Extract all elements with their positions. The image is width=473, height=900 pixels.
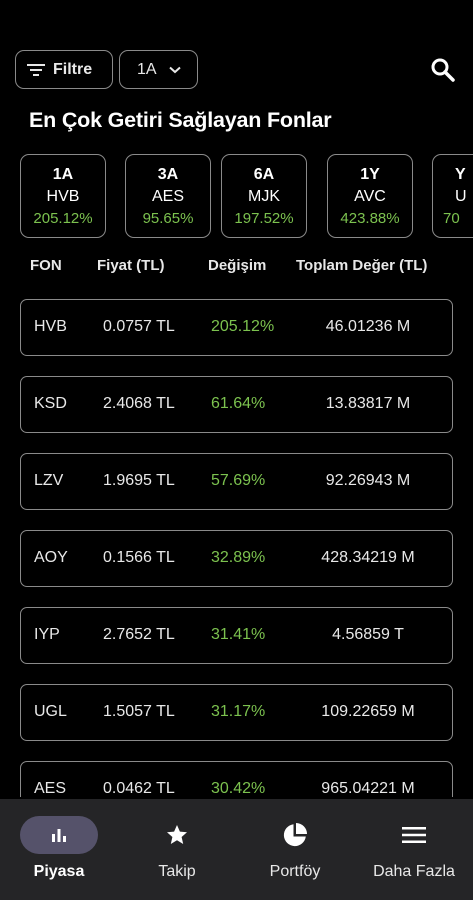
row-total-value: 4.56859 T [332, 626, 404, 643]
table-row[interactable]: HVB 0.0757 TL 205.12% 46.01236 M [20, 299, 453, 356]
row-total-value: 13.83817 M [325, 395, 411, 412]
fund-list[interactable]: HVB 0.0757 TL 205.12% 46.01236 M KSD 2.4… [0, 299, 473, 797]
column-header-price[interactable]: Fiyat (TL) [97, 257, 165, 274]
row-total-value: 46.01236 M [325, 318, 411, 335]
top-fund-card[interactable]: 3A AES 95.65% [125, 154, 211, 238]
filter-button[interactable]: Filtre [15, 50, 113, 89]
row-total-value: 965.04221 M [321, 780, 415, 797]
top-fund-card[interactable]: 1A HVB 205.12% [20, 154, 106, 238]
filter-button-label: Filtre [53, 60, 93, 78]
row-change: 30.42% [211, 780, 266, 797]
table-row[interactable]: LZV 1.9695 TL 57.69% 92.26943 M [20, 453, 453, 510]
row-price: 1.5057 TL [103, 703, 175, 720]
card-return: 95.65% [142, 210, 194, 227]
table-row[interactable]: AES 0.0462 TL 30.42% 965.04221 M [20, 761, 453, 797]
top-fund-card[interactable]: 1Y AVC 423.88% [327, 154, 413, 238]
row-fund-code: HVB [34, 318, 67, 335]
row-price: 2.7652 TL [103, 626, 175, 643]
row-price: 1.9695 TL [103, 472, 175, 489]
table-row[interactable]: UGL 1.5057 TL 31.17% 109.22659 M [20, 684, 453, 741]
filter-icon [27, 63, 45, 76]
table-row[interactable]: KSD 2.4068 TL 61.64% 13.83817 M [20, 376, 453, 433]
row-change: 31.41% [211, 626, 266, 643]
card-period: 3A [157, 166, 179, 183]
bottom-navigation: Piyasa Takip Portföy Daha Fazla [0, 799, 473, 900]
row-fund-code: AOY [34, 549, 68, 566]
row-total-value: 428.34219 M [321, 549, 415, 566]
card-fund-code: HVB [46, 188, 80, 205]
nav-label: Daha Fazla [373, 863, 455, 880]
table-row[interactable]: AOY 0.1566 TL 32.89% 428.34219 M [20, 530, 453, 587]
nav-item-portfoy[interactable]: Portföy [236, 799, 354, 900]
top-fund-card[interactable]: Y U 70 [432, 154, 473, 238]
menu-icon [402, 827, 426, 843]
row-price: 0.0757 TL [103, 318, 175, 335]
card-period: 1A [52, 166, 74, 183]
card-period: 6A [253, 166, 275, 183]
star-icon [167, 825, 187, 844]
row-change: 61.64% [211, 395, 266, 412]
column-header-fund[interactable]: FON [30, 257, 62, 274]
row-price: 0.0462 TL [103, 780, 175, 797]
row-change: 31.17% [211, 703, 266, 720]
card-period: 1Y [360, 166, 380, 183]
row-fund-code: LZV [34, 472, 64, 489]
column-header-total-value[interactable]: Toplam Değer (TL) [296, 257, 427, 274]
bar-chart-icon [52, 829, 66, 842]
card-return: 423.88% [340, 210, 400, 227]
nav-label: Piyasa [33, 863, 85, 880]
top-funds-carousel[interactable]: 1A HVB 205.12% 3A AES 95.65% 6A MJK 197.… [0, 154, 473, 240]
card-fund-code: U [455, 188, 467, 205]
filter-bar: Filtre 1A [15, 50, 458, 90]
card-return: 70 [443, 210, 460, 227]
search-icon[interactable] [428, 55, 458, 85]
top-fund-card[interactable]: 6A MJK 197.52% [221, 154, 307, 238]
nav-item-daha-fazla[interactable]: Daha Fazla [355, 799, 473, 900]
row-fund-code: IYP [34, 626, 60, 643]
nav-active-indicator [20, 816, 98, 854]
nav-item-takip[interactable]: Takip [118, 799, 236, 900]
row-change: 57.69% [211, 472, 266, 489]
section-title: En Çok Getiri Sağlayan Fonlar [29, 108, 332, 132]
chevron-down-icon [168, 66, 181, 73]
table-row[interactable]: IYP 2.7652 TL 31.41% 4.56859 T [20, 607, 453, 664]
card-return: 205.12% [33, 210, 93, 227]
nav-item-piyasa[interactable]: Piyasa [0, 799, 118, 900]
nav-label: Takip [158, 863, 196, 880]
table-header: FON Fiyat (TL) Değişim Toplam Değer (TL) [0, 257, 473, 279]
row-price: 0.1566 TL [103, 549, 175, 566]
card-return: 197.52% [234, 210, 294, 227]
nav-label: Portföy [269, 863, 321, 880]
card-fund-code: AVC [354, 188, 386, 205]
period-dropdown-value: 1A [137, 60, 157, 78]
row-price: 2.4068 TL [103, 395, 175, 412]
card-fund-code: MJK [248, 188, 280, 205]
row-fund-code: UGL [34, 703, 67, 720]
row-change: 32.89% [211, 549, 266, 566]
card-fund-code: AES [151, 188, 184, 205]
row-fund-code: KSD [34, 395, 67, 412]
row-fund-code: AES [34, 780, 67, 797]
column-header-change[interactable]: Değişim [208, 257, 266, 274]
row-change: 205.12% [211, 318, 275, 335]
pie-chart-icon [283, 823, 307, 847]
period-dropdown[interactable]: 1A [119, 50, 198, 89]
row-total-value: 92.26943 M [325, 472, 411, 489]
row-total-value: 109.22659 M [321, 703, 415, 720]
card-period: Y [455, 166, 466, 183]
